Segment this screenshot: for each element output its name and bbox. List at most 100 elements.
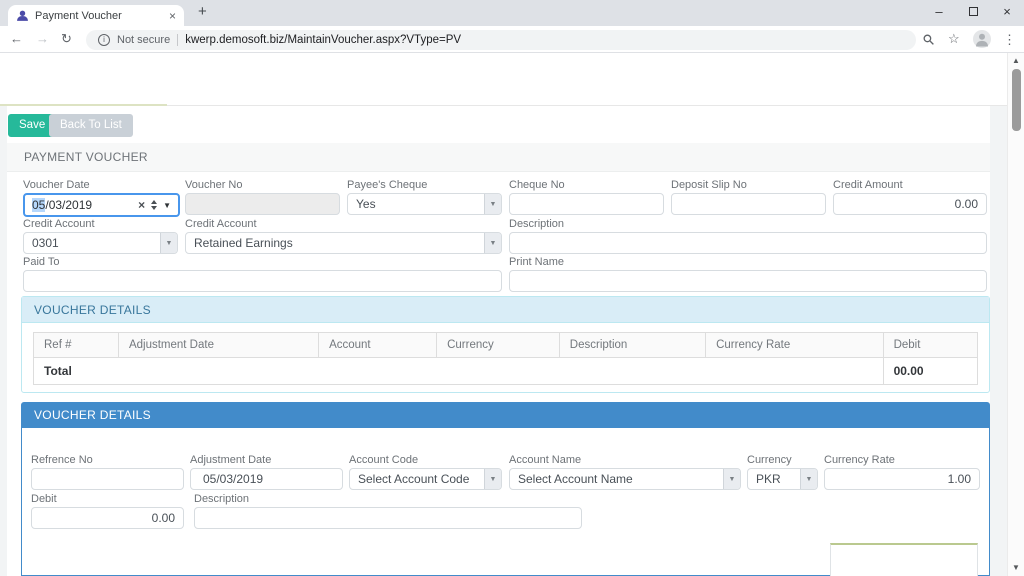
date-selected-text: 05 (32, 198, 45, 212)
account-code-field: Account Code Select Account Code ▼ (349, 454, 502, 490)
window-controls: – × (922, 0, 1024, 26)
tab-close-icon[interactable]: × (169, 10, 176, 22)
date-rest-text: /03/2019 (45, 198, 92, 212)
url-text: kwerp.demosoft.biz/MaintainVoucher.aspx?… (185, 34, 461, 46)
col-adjustment-date: Adjustment Date (118, 333, 318, 358)
col-ref: Ref # (34, 333, 119, 358)
credit-account-name-select[interactable]: Retained Earnings ▼ (185, 232, 502, 254)
tab-strip: Payment Voucher × + – × (0, 0, 1024, 26)
adjustment-date-label: Adjustment Date (190, 454, 343, 466)
currency-rate-label: Currency Rate (824, 454, 980, 466)
account-code-select[interactable]: Select Account Code ▼ (349, 468, 502, 490)
print-name-label: Print Name (509, 256, 987, 268)
voucher-date-label: Voucher Date (23, 179, 180, 191)
currency-rate-input[interactable] (824, 468, 980, 490)
cheque-no-input[interactable] (509, 193, 664, 215)
voucher-no-input (185, 193, 340, 215)
detail-description-field: Description (194, 493, 582, 529)
print-name-field: Print Name (509, 256, 987, 292)
debit-label: Debit (31, 493, 184, 505)
currency-field: Currency PKR ▼ (747, 454, 818, 490)
refrence-no-input[interactable] (31, 468, 184, 490)
table-header-row: Ref # Adjustment Date Account Currency D… (34, 333, 978, 358)
credit-account-name-label: Credit Account (185, 218, 502, 230)
debit-input[interactable] (31, 507, 184, 529)
voucher-no-label: Voucher No (185, 179, 340, 191)
info-icon[interactable]: i (98, 34, 110, 46)
profile-avatar[interactable] (973, 30, 991, 53)
security-label: Not secure (117, 34, 170, 46)
refrence-no-label: Refrence No (31, 454, 184, 466)
voucher-details-form-header: VOUCHER DETAILS (22, 403, 989, 428)
credit-account-code-select[interactable]: 0301 ▼ (23, 232, 178, 254)
currency-rate-field: Currency Rate (824, 454, 980, 490)
description-input[interactable] (509, 232, 987, 254)
url-divider (177, 34, 178, 46)
detail-description-label: Description (194, 493, 582, 505)
scroll-up-icon[interactable]: ▲ (1008, 56, 1024, 65)
tab-title: Payment Voucher (35, 10, 163, 22)
cheque-no-field: Cheque No (509, 179, 664, 215)
account-code-label: Account Code (349, 454, 502, 466)
date-input-icons: × ▼ (138, 199, 171, 211)
credit-account-code-field: Credit Account 0301 ▼ (23, 218, 178, 254)
voucher-no-field: Voucher No (185, 179, 340, 215)
payees-cheque-label: Payee's Cheque (347, 179, 502, 191)
browser-tab[interactable]: Payment Voucher × (8, 5, 184, 26)
currency-label: Currency (747, 454, 818, 466)
adjustment-date-input[interactable] (190, 468, 343, 490)
cheque-no-label: Cheque No (509, 179, 664, 191)
deposit-slip-no-field: Deposit Slip No (671, 179, 826, 215)
scroll-down-icon[interactable]: ▼ (1008, 563, 1024, 572)
payment-voucher-section-header: PAYMENT VOUCHER (7, 143, 990, 172)
back-icon[interactable]: ← (10, 31, 23, 46)
detail-description-input[interactable] (194, 507, 582, 529)
app-header: G.L Module(+) Admin - KHI - Head Office … (0, 53, 1024, 106)
payees-cheque-select[interactable]: Yes ▼ (347, 193, 502, 215)
payees-cheque-field: Payee's Cheque Yes ▼ (347, 179, 502, 215)
dropdown-arrow-icon: ▼ (800, 469, 817, 489)
zoom-icon[interactable] (922, 33, 935, 51)
back-to-list-button[interactable]: Back To List (49, 114, 133, 137)
dropdown-arrow-icon: ▼ (484, 194, 501, 214)
print-name-input[interactable] (509, 270, 987, 292)
currency-select[interactable]: PKR ▼ (747, 468, 818, 490)
page-scrollbar[interactable]: ▲ ▼ (1007, 53, 1024, 576)
calendar-dropdown-icon[interactable]: ▼ (163, 201, 171, 210)
forward-icon[interactable]: → (36, 31, 49, 46)
site-favicon-icon (16, 9, 29, 22)
dropdown-arrow-icon: ▼ (484, 233, 501, 253)
total-label: Total (34, 358, 884, 385)
window-minimize-button[interactable]: – (922, 0, 956, 26)
col-debit: Debit (883, 333, 977, 358)
col-currency: Currency (437, 333, 560, 358)
address-bar[interactable]: i Not secure kwerp.demosoft.biz/Maintain… (86, 30, 916, 50)
account-name-select[interactable]: Select Account Name ▼ (509, 468, 741, 490)
table-total-row: Total 00.00 (34, 358, 978, 385)
bookmark-star-icon[interactable]: ☆ (948, 31, 960, 47)
spinner-icon[interactable] (151, 200, 157, 210)
voucher-date-input[interactable]: 05/03/2019 × ▼ (23, 193, 180, 217)
clear-icon[interactable]: × (138, 199, 145, 211)
paid-to-label: Paid To (23, 256, 502, 268)
window-maximize-button[interactable] (956, 0, 990, 26)
credit-account-name-field: Credit Account Retained Earnings ▼ (185, 218, 502, 254)
description-field: Description (509, 218, 987, 254)
col-description: Description (559, 333, 705, 358)
maximize-icon (969, 7, 978, 16)
menu-dots-icon[interactable]: ⋮ (1003, 32, 1016, 48)
window-close-button[interactable]: × (990, 0, 1024, 26)
paid-to-input[interactable] (23, 270, 502, 292)
credit-account-code-label: Credit Account (23, 218, 178, 230)
credit-amount-field: Credit Amount (833, 179, 987, 215)
scrollbar-thumb[interactable] (1012, 69, 1021, 131)
new-tab-button[interactable]: + (198, 3, 207, 20)
description-label: Description (509, 218, 987, 230)
total-debit-value: 00.00 (883, 358, 977, 385)
paid-to-field: Paid To (23, 256, 502, 292)
credit-amount-input[interactable] (833, 193, 987, 215)
deposit-slip-no-label: Deposit Slip No (671, 179, 826, 191)
partial-action-box (830, 543, 978, 576)
reload-icon[interactable]: ↻ (61, 31, 72, 47)
deposit-slip-no-input[interactable] (671, 193, 826, 215)
